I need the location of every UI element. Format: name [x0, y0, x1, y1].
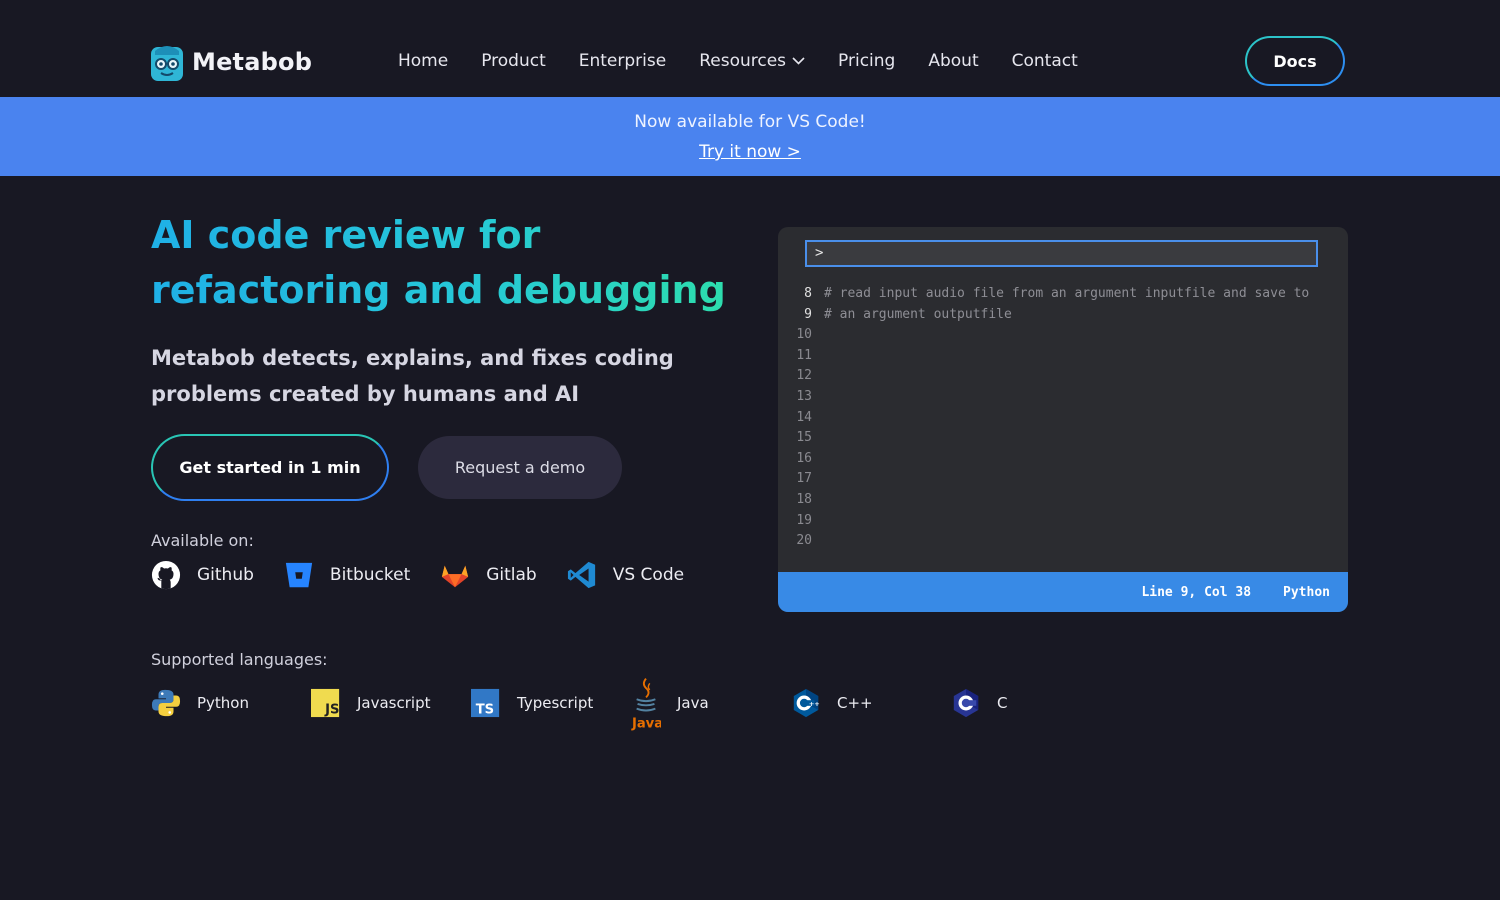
code-editor-demo: > 8 # read input audio file from an argum… — [778, 227, 1348, 612]
line-number: 19 — [796, 512, 812, 528]
code-line: 16 — [778, 451, 1348, 472]
language-java: Java Java — [631, 675, 709, 731]
line-number: 16 — [796, 450, 812, 466]
brand-logo[interactable]: Metabob — [151, 43, 312, 81]
line-text: # an argument outputfile — [824, 306, 1012, 322]
platform-bitbucket[interactable]: Bitbucket — [284, 559, 410, 591]
language-c: C — [951, 675, 1007, 731]
code-line: 11 — [778, 348, 1348, 369]
announcement-banner: Now available for VS Code! Try it now > — [0, 97, 1500, 176]
nav-pricing[interactable]: Pricing — [838, 51, 895, 71]
top-navigation: Metabob Home Product Enterprise Resource… — [0, 0, 1500, 97]
code-line: 17 — [778, 471, 1348, 492]
svg-text:Java: Java — [631, 716, 661, 731]
line-number: 20 — [796, 533, 812, 549]
c-icon — [953, 688, 979, 718]
brand-name: Metabob — [192, 48, 313, 76]
svg-text:JS: JS — [324, 702, 339, 717]
svg-text:TS: TS — [476, 702, 494, 717]
line-number: 13 — [796, 388, 812, 404]
banner-link[interactable]: Try it now > — [0, 142, 1500, 162]
line-number: 14 — [796, 409, 812, 425]
language-cpp: ++ C++ — [791, 675, 873, 731]
supported-languages-label: Supported languages: — [151, 650, 328, 669]
language-typescript-label: Typescript — [517, 694, 594, 712]
line-number: 17 — [796, 471, 812, 487]
typescript-icon: TS — [471, 688, 500, 717]
javascript-icon: JS — [311, 688, 339, 717]
platform-github-label: Github — [197, 565, 254, 585]
hero-title: AI code review for refactoring and debug… — [151, 208, 771, 318]
nav-about[interactable]: About — [928, 51, 978, 71]
platform-vscode[interactable]: VS Code — [567, 559, 684, 591]
gitlab-icon — [442, 565, 469, 588]
language-java-label: Java — [677, 694, 709, 712]
command-prompt-input[interactable]: > — [805, 240, 1318, 267]
python-icon — [151, 689, 181, 717]
java-icon: Java — [631, 678, 661, 731]
language-python-label: Python — [197, 694, 249, 712]
language-javascript-label: Javascript — [357, 694, 431, 712]
nav-enterprise[interactable]: Enterprise — [579, 51, 666, 71]
language-python: Python — [151, 675, 249, 731]
metabob-logo-icon — [151, 46, 183, 81]
line-number: 9 — [804, 306, 812, 322]
banner-text: Now available for VS Code! — [634, 112, 866, 132]
code-line: 15 — [778, 430, 1348, 451]
line-number: 11 — [796, 347, 812, 363]
nav-contact[interactable]: Contact — [1012, 51, 1078, 71]
code-line: 14 — [778, 410, 1348, 431]
svg-text:++: ++ — [809, 700, 820, 708]
line-number: 10 — [796, 327, 812, 343]
platform-gitlab-label: Gitlab — [486, 565, 537, 585]
language-mode[interactable]: Python — [1283, 585, 1330, 600]
hero-subtitle: Metabob detects, explains, and fixes cod… — [151, 346, 674, 406]
platform-gitlab[interactable]: Gitlab — [440, 559, 537, 591]
line-number: 18 — [796, 491, 812, 507]
main-menu: Home Product Enterprise Resources Pricin… — [398, 51, 1078, 71]
language-typescript: TS Typescript — [471, 675, 593, 731]
code-line: 12 — [778, 368, 1348, 389]
available-on-label: Available on: — [151, 531, 254, 550]
get-started-button[interactable]: Get started in 1 min — [151, 434, 389, 501]
nav-home[interactable]: Home — [398, 51, 448, 71]
language-javascript: JS Javascript — [311, 675, 430, 731]
nav-product[interactable]: Product — [481, 51, 546, 71]
platform-bitbucket-label: Bitbucket — [329, 565, 411, 585]
code-line: 20 — [778, 533, 1348, 554]
nav-resources[interactable]: Resources — [699, 51, 805, 71]
nav-resources-label: Resources — [699, 51, 787, 71]
platform-vscode-label: VS Code — [612, 565, 685, 585]
vscode-icon — [567, 561, 595, 589]
code-area[interactable]: 8 # read input audio file from an argumen… — [778, 286, 1348, 554]
language-c-label: C — [997, 694, 1008, 712]
chevron-down-icon — [792, 57, 805, 65]
line-number: 8 — [804, 286, 812, 301]
docs-button[interactable]: Docs — [1245, 36, 1345, 86]
platform-github[interactable]: Github — [151, 559, 254, 591]
cpp-icon: ++ — [793, 688, 820, 718]
code-line: 18 — [778, 492, 1348, 513]
code-line: 9 # an argument outputfile — [778, 307, 1348, 328]
line-text: # read input audio file from an argument… — [824, 286, 1310, 301]
code-line: 8 # read input audio file from an argumen… — [778, 286, 1348, 307]
code-line: 13 — [778, 389, 1348, 410]
code-line: 10 — [778, 327, 1348, 348]
platform-list: Github Bitbucket Gitlab VS Code — [151, 559, 684, 591]
editor-status-bar: Line 9, Col 38 Python — [778, 572, 1348, 612]
github-icon — [151, 560, 181, 590]
line-number: 15 — [796, 430, 812, 446]
language-cpp-label: C++ — [837, 694, 873, 712]
line-number: 12 — [796, 368, 812, 384]
bitbucket-icon — [285, 562, 313, 588]
cursor-position: Line 9, Col 38 — [1141, 584, 1252, 600]
request-demo-button[interactable]: Request a demo — [418, 436, 622, 499]
code-line: 19 — [778, 513, 1348, 534]
